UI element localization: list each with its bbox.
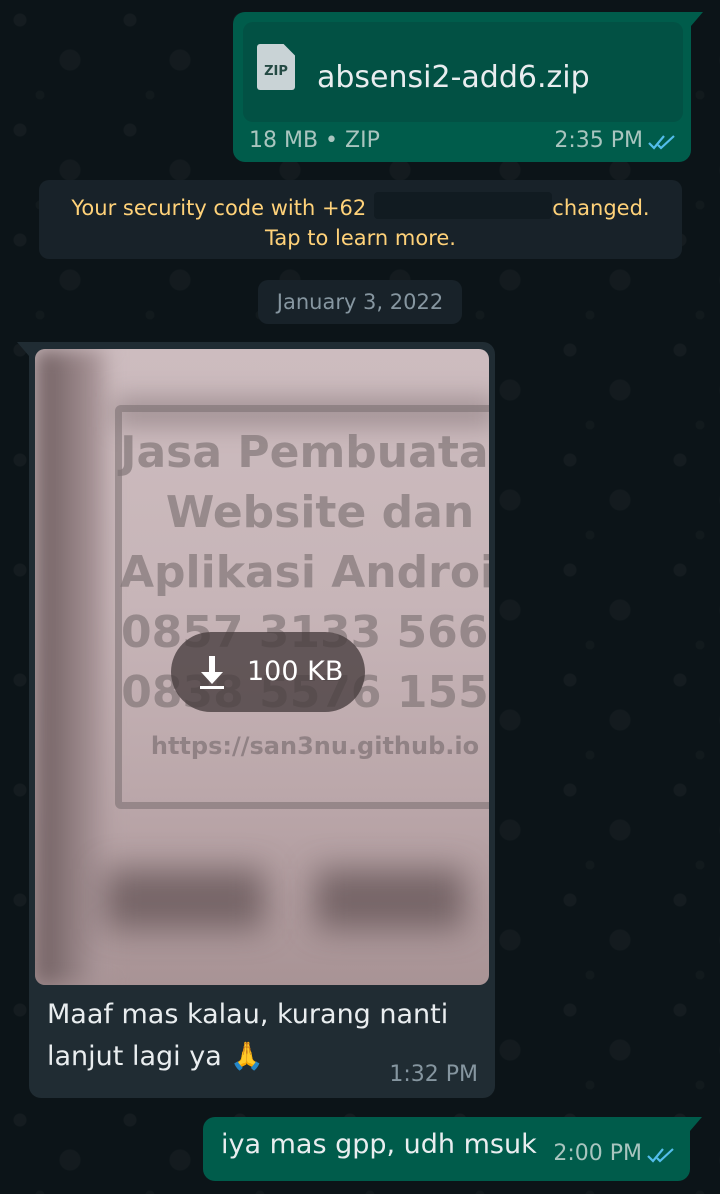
file-meta: 18 MB • ZIP [249, 128, 380, 153]
image-preview[interactable]: Jasa Pembuatan Website dan Aplikasi Andr… [35, 349, 489, 985]
watermark-line: Aplikasi Android [120, 547, 489, 598]
zip-file-icon: ZIP [257, 44, 295, 90]
security-code-notice[interactable]: Your security code with +62 changed. Tap … [39, 180, 682, 259]
photo-blur-region [35, 349, 105, 985]
message-text: iya mas gpp, udh msuk [221, 1129, 537, 1160]
redacted-phone-number [374, 192, 552, 219]
message-time: 1:32 PM [389, 1062, 478, 1087]
file-type-badge: ZIP [264, 64, 288, 79]
outgoing-text-message[interactable]: iya mas gpp, udh msuk 2:00 PM [203, 1117, 702, 1181]
outgoing-file-message[interactable]: ZIP absensi2-add6.zip 18 MB • ZIP 2:35 P… [233, 12, 703, 162]
download-size: 100 KB [247, 656, 344, 687]
watermark-url: https://san3nu.github.io [150, 732, 480, 760]
notice-learn-more[interactable]: Tap to learn more. [39, 223, 682, 253]
message-time: 2:00 PM [553, 1141, 642, 1166]
incoming-image-message[interactable]: Jasa Pembuatan Website dan Aplikasi Andr… [17, 342, 495, 1098]
download-arrow-icon [200, 656, 224, 689]
file-name: absensi2-add6.zip [317, 60, 590, 95]
notice-prefix: Your security code with +62 [71, 196, 367, 220]
chat-message-list[interactable]: ZIP absensi2-add6.zip 18 MB • ZIP 2:35 P… [0, 0, 720, 1194]
double-check-read-icon [647, 1148, 674, 1163]
file-attachment-card[interactable]: ZIP absensi2-add6.zip [243, 22, 683, 122]
notice-line-1: Your security code with +62 changed. [39, 193, 682, 223]
double-check-read-icon [648, 135, 675, 150]
date-separator: January 3, 2022 [258, 280, 462, 324]
watermark-line: Website dan [165, 487, 475, 538]
notice-suffix: changed. [552, 196, 650, 220]
download-button[interactable]: 100 KB [171, 632, 365, 712]
photo-blur-region [105, 869, 265, 929]
watermark-line: Jasa Pembuatan [120, 427, 489, 478]
caption-line: Maaf mas kalau, kurang nanti [47, 999, 449, 1030]
photo-blur-region [315, 869, 465, 929]
message-time: 2:35 PM [554, 128, 643, 153]
